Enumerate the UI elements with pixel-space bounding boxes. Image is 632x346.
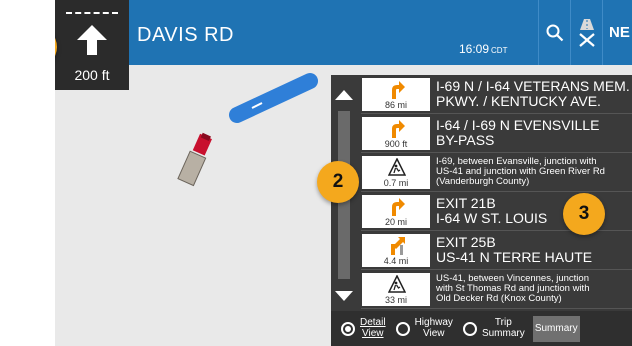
scroll-up-button[interactable] bbox=[332, 80, 356, 108]
view-option-label-bottom: View bbox=[362, 327, 384, 339]
maneuver-line: (Vanderburgh County) bbox=[436, 175, 530, 187]
maneuver-distance: 4.4 mi bbox=[383, 255, 409, 266]
callout-2: 2 bbox=[317, 161, 359, 203]
maneuver-line: PKWY. / KENTUCKY AVE. bbox=[436, 93, 601, 109]
view-option-label[interactable]: Detail View bbox=[360, 317, 386, 339]
heading-button[interactable]: NE bbox=[602, 0, 632, 65]
straight-arrow-icon bbox=[77, 25, 107, 55]
road-work-icon bbox=[387, 273, 407, 294]
maneuver-sign: 33 mi bbox=[362, 272, 430, 306]
maneuver-description: I-69 N / I-64 VETERANS MEM. PKWY. / KENTU… bbox=[436, 79, 630, 109]
turn-right-icon bbox=[388, 119, 406, 138]
view-option-radio[interactable] bbox=[462, 321, 477, 336]
maneuver-sign: 900 ft bbox=[362, 116, 430, 150]
view-option-radio[interactable] bbox=[341, 321, 355, 336]
maneuver-line: EXIT 25B bbox=[436, 234, 496, 250]
maneuver-description: EXIT 21B I-64 W ST. LOUIS bbox=[436, 196, 547, 226]
maneuver-row[interactable]: 4.4 mi EXIT 25B US-41 N TERRE HAUTE bbox=[361, 231, 632, 270]
maneuver-description: I-69, between Evansville, junction with U… bbox=[436, 157, 605, 187]
maneuver-distance: 900 ft bbox=[384, 138, 408, 149]
clock-timezone: CDT bbox=[491, 46, 508, 55]
maneuver-row[interactable]: 900 ft I-64 / I-69 N EVENSVILLE BY-PASS bbox=[361, 114, 632, 153]
keep-right-icon bbox=[388, 236, 406, 255]
view-option-label-top: Detail bbox=[360, 317, 386, 328]
view-option-label-top: Trip bbox=[494, 317, 512, 328]
clock: 16:09 CDT bbox=[459, 42, 507, 56]
lane-divider bbox=[66, 12, 118, 14]
street-name: DAVIS RD bbox=[137, 24, 234, 46]
maneuver-row[interactable]: 33 mi US-41, between Vincennes, junction w… bbox=[361, 270, 632, 309]
maneuver-line: BY-PASS bbox=[436, 132, 495, 148]
maneuver-line: Old Decker Rd (Knox County) bbox=[436, 292, 562, 304]
maneuver-sign: 4.4 mi bbox=[362, 233, 430, 267]
maneuver-distance: 33 mi bbox=[384, 294, 407, 305]
next-turn-distance: 200 ft bbox=[74, 67, 110, 83]
view-option-label-bottom: View bbox=[423, 327, 445, 339]
maneuver-sign: 0.7 mi bbox=[362, 155, 430, 189]
maneuver-description: I-64 / I-69 N EVENSVILLE BY-PASS bbox=[436, 118, 599, 148]
cancel-route-button[interactable] bbox=[570, 0, 602, 65]
maneuver-row[interactable]: 0.7 mi I-69, between Evansville, junction… bbox=[361, 153, 632, 192]
maneuver-line: EXIT 21B bbox=[436, 195, 496, 211]
maneuver-line: US-41 N TERRE HAUTE bbox=[436, 249, 593, 265]
road-work-icon bbox=[387, 156, 407, 177]
maneuver-line: I-64 W ST. LOUIS bbox=[436, 210, 548, 226]
view-options-bar: Detail View Highway View Trip Summary Summary bbox=[331, 311, 632, 346]
cancel-route-icon bbox=[578, 18, 595, 47]
search-button[interactable] bbox=[538, 0, 570, 65]
clock-time: 16:09 bbox=[459, 42, 490, 56]
top-bar: DAVIS RD 16:09 CDT NE bbox=[55, 0, 632, 65]
summary-button[interactable]: Summary bbox=[532, 315, 580, 342]
view-option-label-bottom: Summary bbox=[481, 327, 525, 339]
maneuver-row[interactable]: 86 mi I-69 N / I-64 VETERANS MEM. PKWY. / … bbox=[361, 75, 632, 114]
maneuver-description: EXIT 25B US-41 N TERRE HAUTE bbox=[436, 235, 592, 265]
turn-right-icon bbox=[388, 80, 406, 99]
maneuver-distance: 0.7 mi bbox=[383, 177, 409, 188]
route-line bbox=[229, 73, 318, 123]
callout-3: 3 bbox=[563, 193, 605, 235]
view-option-radio[interactable] bbox=[395, 321, 410, 336]
header-buttons: NE bbox=[538, 0, 632, 65]
view-option-label[interactable]: Highway View bbox=[414, 317, 453, 339]
truck-icon bbox=[177, 132, 212, 187]
maneuver-sign: 86 mi bbox=[362, 77, 430, 111]
maneuver-list: 86 mi I-69 N / I-64 VETERANS MEM. PKWY. / … bbox=[361, 75, 632, 309]
view-option-label[interactable]: Trip Summary bbox=[481, 317, 525, 339]
nav-screen: DAVIS RD 16:09 CDT NE 200 ft 86 mi I-69 … bbox=[55, 0, 632, 346]
search-icon bbox=[546, 24, 563, 41]
maneuver-sign: 20 mi bbox=[362, 194, 430, 228]
maneuver-distance: 20 mi bbox=[384, 216, 407, 227]
scroll-down-button[interactable] bbox=[332, 281, 356, 309]
maneuver-line: I-64 / I-69 N EVENSVILLE bbox=[436, 117, 600, 133]
maneuver-description: US-41, between Vincennes, junction with S… bbox=[436, 274, 589, 304]
view-option-label-top: Highway bbox=[414, 317, 453, 328]
maneuver-line: I-69 N / I-64 VETERANS MEM. bbox=[436, 78, 630, 94]
next-turn-box[interactable]: 200 ft bbox=[55, 0, 129, 90]
turn-right-icon bbox=[388, 197, 406, 216]
maneuver-distance: 86 mi bbox=[384, 99, 407, 110]
